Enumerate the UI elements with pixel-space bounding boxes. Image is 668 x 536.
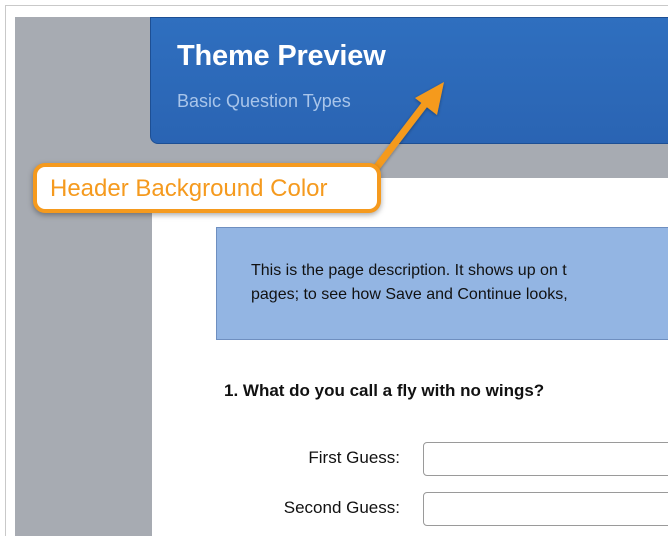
page-description: This is the page description. It shows u… <box>216 227 668 340</box>
first-guess-label: First Guess: <box>308 448 400 467</box>
screenshot-frame: Theme Preview Basic Question Types This … <box>0 0 668 536</box>
second-guess-input[interactable] <box>423 492 668 526</box>
question-title: 1. What do you call a fly with no wings? <box>224 381 545 400</box>
second-guess-label: Second Guess: <box>283 498 400 517</box>
survey-header: Theme Preview Basic Question Types <box>150 17 668 144</box>
header-color-callout: Header Background Color <box>33 163 381 213</box>
first-guess-input[interactable] <box>423 442 668 476</box>
header-subtitle: Basic Question Types <box>177 91 351 111</box>
description-line-2: pages; to see how Save and Continue look… <box>251 286 568 303</box>
header-title: Theme Preview <box>177 40 386 72</box>
description-line-1: This is the page description. It shows u… <box>251 262 567 279</box>
callout-text: Header Background Color <box>50 175 328 202</box>
